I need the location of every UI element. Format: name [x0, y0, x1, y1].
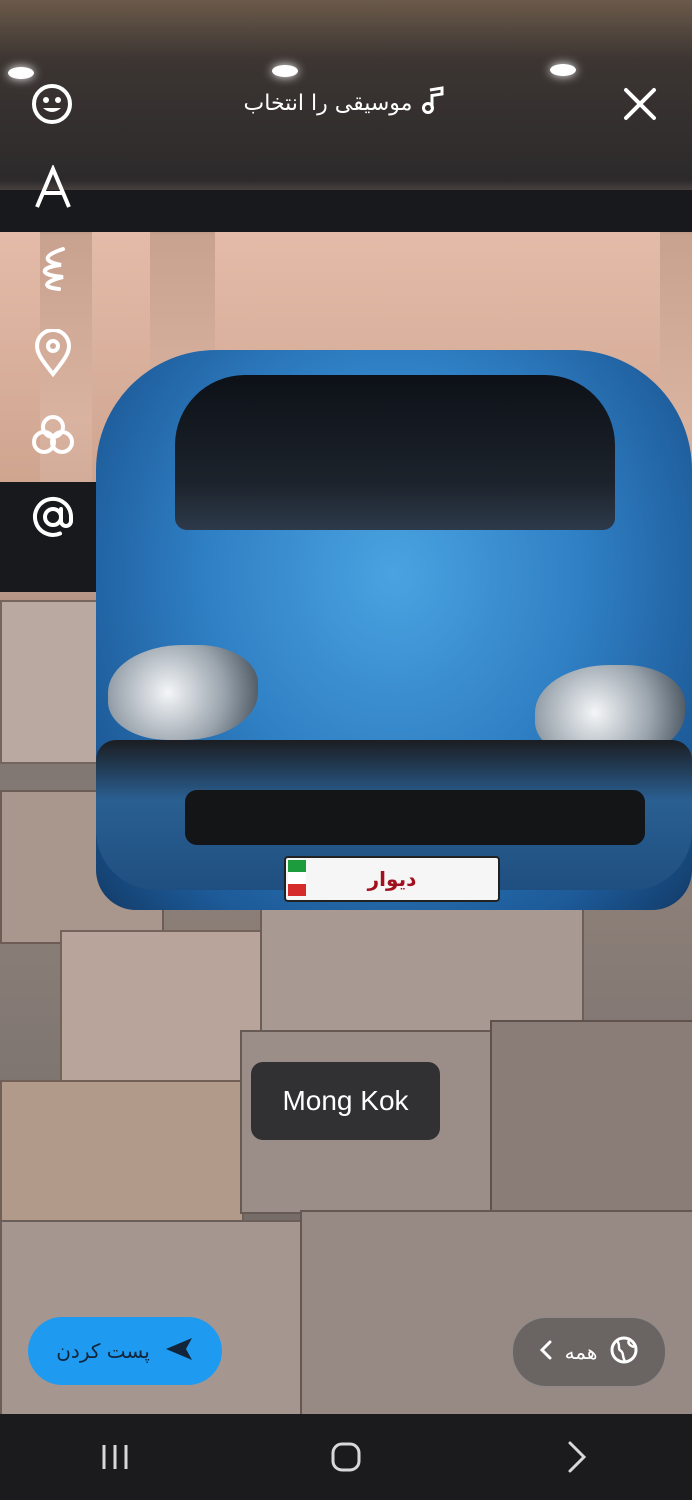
location-sticker[interactable]: Mong Kok [251, 1062, 440, 1140]
wall-stripe [0, 190, 692, 232]
car-grille [185, 790, 645, 845]
scribble-icon[interactable] [26, 242, 80, 296]
home-icon[interactable] [306, 1427, 386, 1487]
floor-tile [490, 1020, 692, 1214]
car-headlight-left [108, 645, 258, 740]
smiley-icon[interactable] [28, 80, 76, 128]
floor-tile [0, 1080, 244, 1224]
location-pin-icon[interactable] [26, 326, 80, 380]
plate-flag [288, 860, 306, 896]
plate-text: دیوار [367, 867, 417, 891]
post-button-label: پست کردن [56, 1339, 150, 1363]
audience-label: همه [564, 1340, 598, 1364]
at-sign-icon[interactable] [26, 490, 80, 544]
close-icon[interactable] [620, 84, 660, 124]
ceiling-light [8, 67, 34, 79]
circles-icon[interactable] [26, 408, 80, 462]
car-windshield [175, 375, 615, 530]
music-note-icon [422, 86, 446, 120]
send-arrow-icon [164, 1336, 194, 1367]
system-navbar [0, 1414, 692, 1500]
floor-tile [60, 930, 264, 1084]
text-A-icon[interactable] [26, 160, 80, 214]
globe-icon [609, 1335, 639, 1370]
post-button[interactable]: پست کردن [28, 1317, 222, 1385]
floor-tile [260, 900, 584, 1034]
music-select-label: موسیقی را انتخاب [243, 90, 413, 116]
chevron-left-icon [539, 1340, 553, 1365]
story-photo: دیوار [0, 0, 692, 1414]
location-sticker-label: Mong Kok [282, 1085, 409, 1116]
ceiling-light [550, 64, 576, 76]
ceiling-light [272, 65, 298, 77]
back-chevron-icon[interactable] [537, 1427, 617, 1487]
license-plate: دیوار [284, 856, 500, 902]
music-select-button[interactable]: موسیقی را انتخاب [230, 82, 460, 124]
audience-selector-button[interactable]: همه [512, 1317, 666, 1387]
recent-apps-icon[interactable] [75, 1427, 155, 1487]
